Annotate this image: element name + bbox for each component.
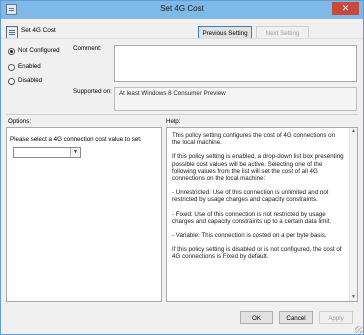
help-paragraph: If this policy setting is disabled or is… [172,246,342,261]
cost-prompt: Please select a 4G connection cost value… [10,136,142,143]
section-divider [6,114,358,115]
radio-not-configured-label[interactable]: Not Configured [18,47,60,54]
radio-enabled-indicator[interactable] [8,64,15,71]
radio-disabled-label[interactable]: Disabled [18,77,42,84]
ok-button[interactable]: OK [240,311,273,324]
policy-dialog: Set 4G Cost ✕ Set 4G Cost Previous Setti… [0,0,364,335]
supported-on-label: Supported on: [73,88,112,95]
radio-enabled-label[interactable]: Enabled [18,63,41,70]
window-title: Set 4G Cost [160,4,204,13]
title-bar[interactable]: Set 4G Cost ✕ [1,1,363,19]
supported-on-value: At least Windows 8 Consumer Preview [114,87,357,111]
help-title: Help: [166,118,181,125]
help-pane: This policy setting configures the cost … [166,127,358,302]
help-paragraph: - Variable: This connection is costed on… [172,232,327,240]
help-paragraph: - Fixed: Use of this connection is not r… [172,210,332,225]
options-pane: Please select a 4G connection cost value… [6,127,162,302]
chevron-down-icon[interactable]: ▼ [70,148,80,157]
help-paragraph: This policy setting configures the cost … [172,132,336,147]
comment-label: Comment: [73,45,102,52]
scroll-down-icon[interactable]: ▼ [350,294,357,301]
resize-grip-icon[interactable] [355,326,362,333]
header-separator [1,38,363,39]
help-scrollbar[interactable]: ▲ ▼ [349,128,357,301]
close-button[interactable]: ✕ [332,2,359,15]
apply-button[interactable]: Apply [319,311,353,324]
radio-disabled-indicator[interactable] [8,78,15,85]
comment-field[interactable] [114,45,357,82]
radio-not-configured-indicator[interactable] [8,48,15,55]
options-title: Options: [8,118,32,125]
policy-name: Set 4G Cost [21,27,56,34]
help-paragraph: - Unrestricted: Use of this connection i… [172,189,329,204]
cost-value-dropdown[interactable]: ▼ [13,147,81,158]
cancel-button[interactable]: Cancel [279,311,313,324]
help-text: This policy setting configures the cost … [172,132,344,268]
help-paragraph: If this policy setting is enabled, a dro… [172,153,344,183]
scroll-up-icon[interactable]: ▲ [350,128,357,135]
